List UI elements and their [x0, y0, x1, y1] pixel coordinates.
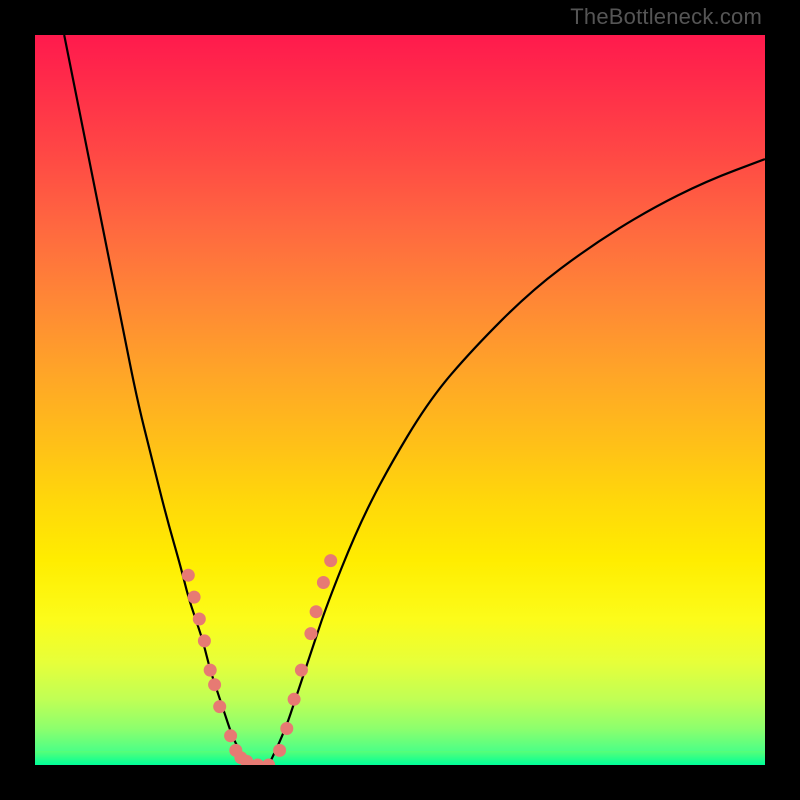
curve-right-branch	[269, 159, 765, 765]
chart-marker	[310, 605, 323, 618]
chart-marker	[262, 759, 275, 766]
chart-marker	[182, 569, 195, 582]
chart-plot-area	[35, 35, 765, 765]
chart-marker	[193, 613, 206, 626]
chart-marker	[280, 722, 293, 735]
chart-marker	[224, 729, 237, 742]
chart-marker	[295, 664, 308, 677]
chart-marker	[273, 744, 286, 757]
chart-svg	[35, 35, 765, 765]
chart-marker	[324, 554, 337, 567]
chart-marker	[204, 664, 217, 677]
chart-marker	[208, 678, 221, 691]
watermark-text: TheBottleneck.com	[570, 4, 762, 30]
chart-marker	[304, 627, 317, 640]
chart-curve	[64, 35, 765, 765]
chart-marker	[188, 591, 201, 604]
chart-marker	[198, 634, 211, 647]
curve-left-branch	[64, 35, 247, 765]
chart-marker	[317, 576, 330, 589]
chart-marker	[213, 700, 226, 713]
chart-markers	[182, 554, 337, 765]
chart-marker	[288, 693, 301, 706]
